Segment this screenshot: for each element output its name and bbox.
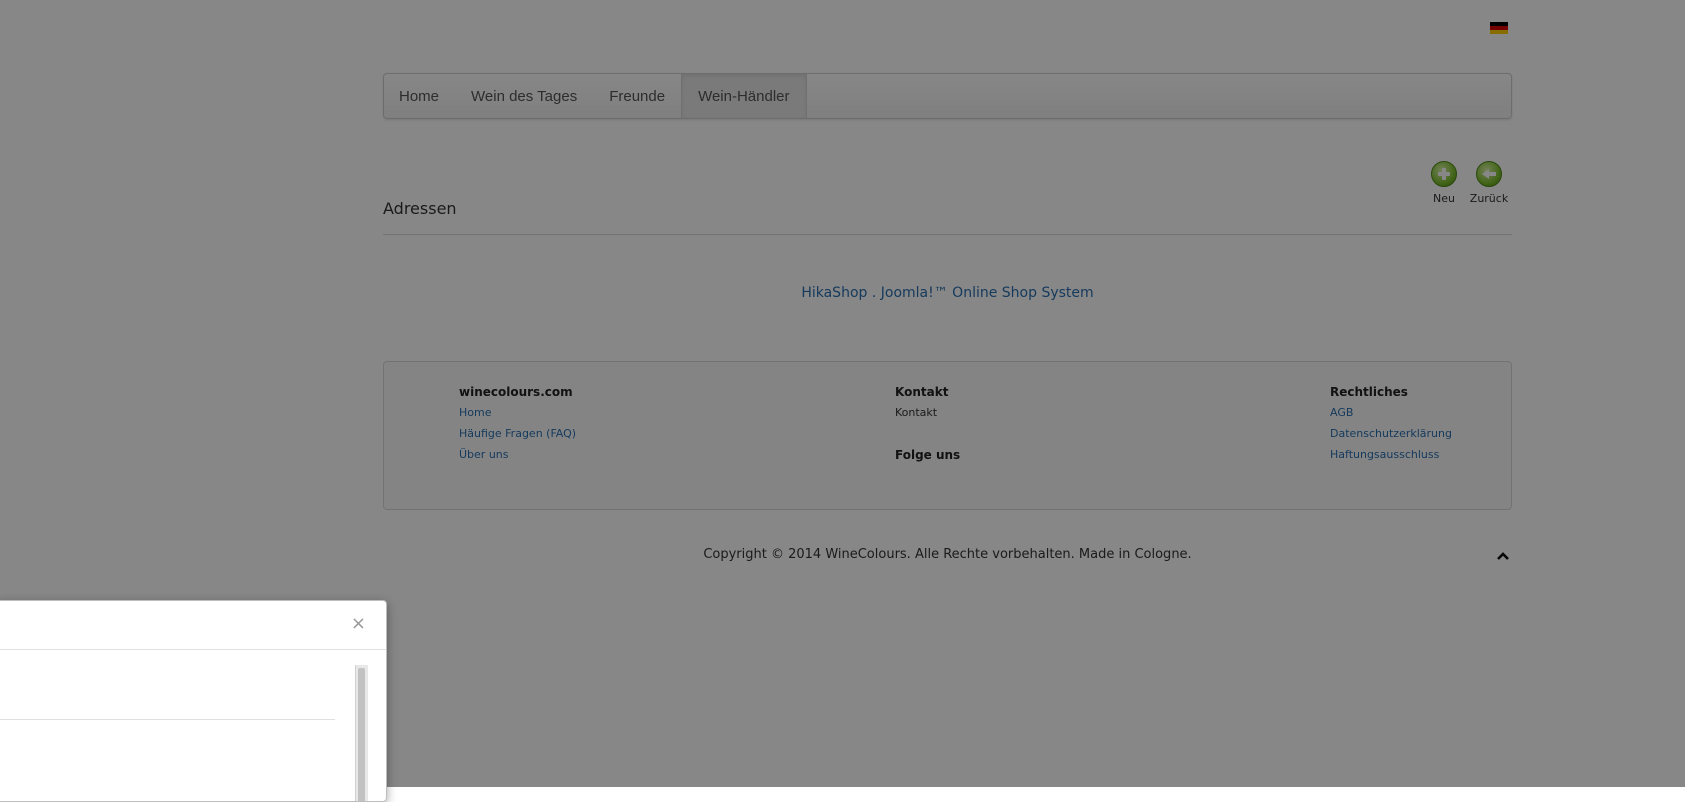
scrollbar-thumb[interactable]: [358, 668, 365, 801]
modal-divider: [0, 719, 335, 720]
modal-scrollbar[interactable]: [355, 665, 368, 801]
close-icon[interactable]: ×: [351, 613, 366, 634]
modal-header: ×: [0, 601, 386, 650]
modal-dialog: ×: [0, 600, 387, 802]
